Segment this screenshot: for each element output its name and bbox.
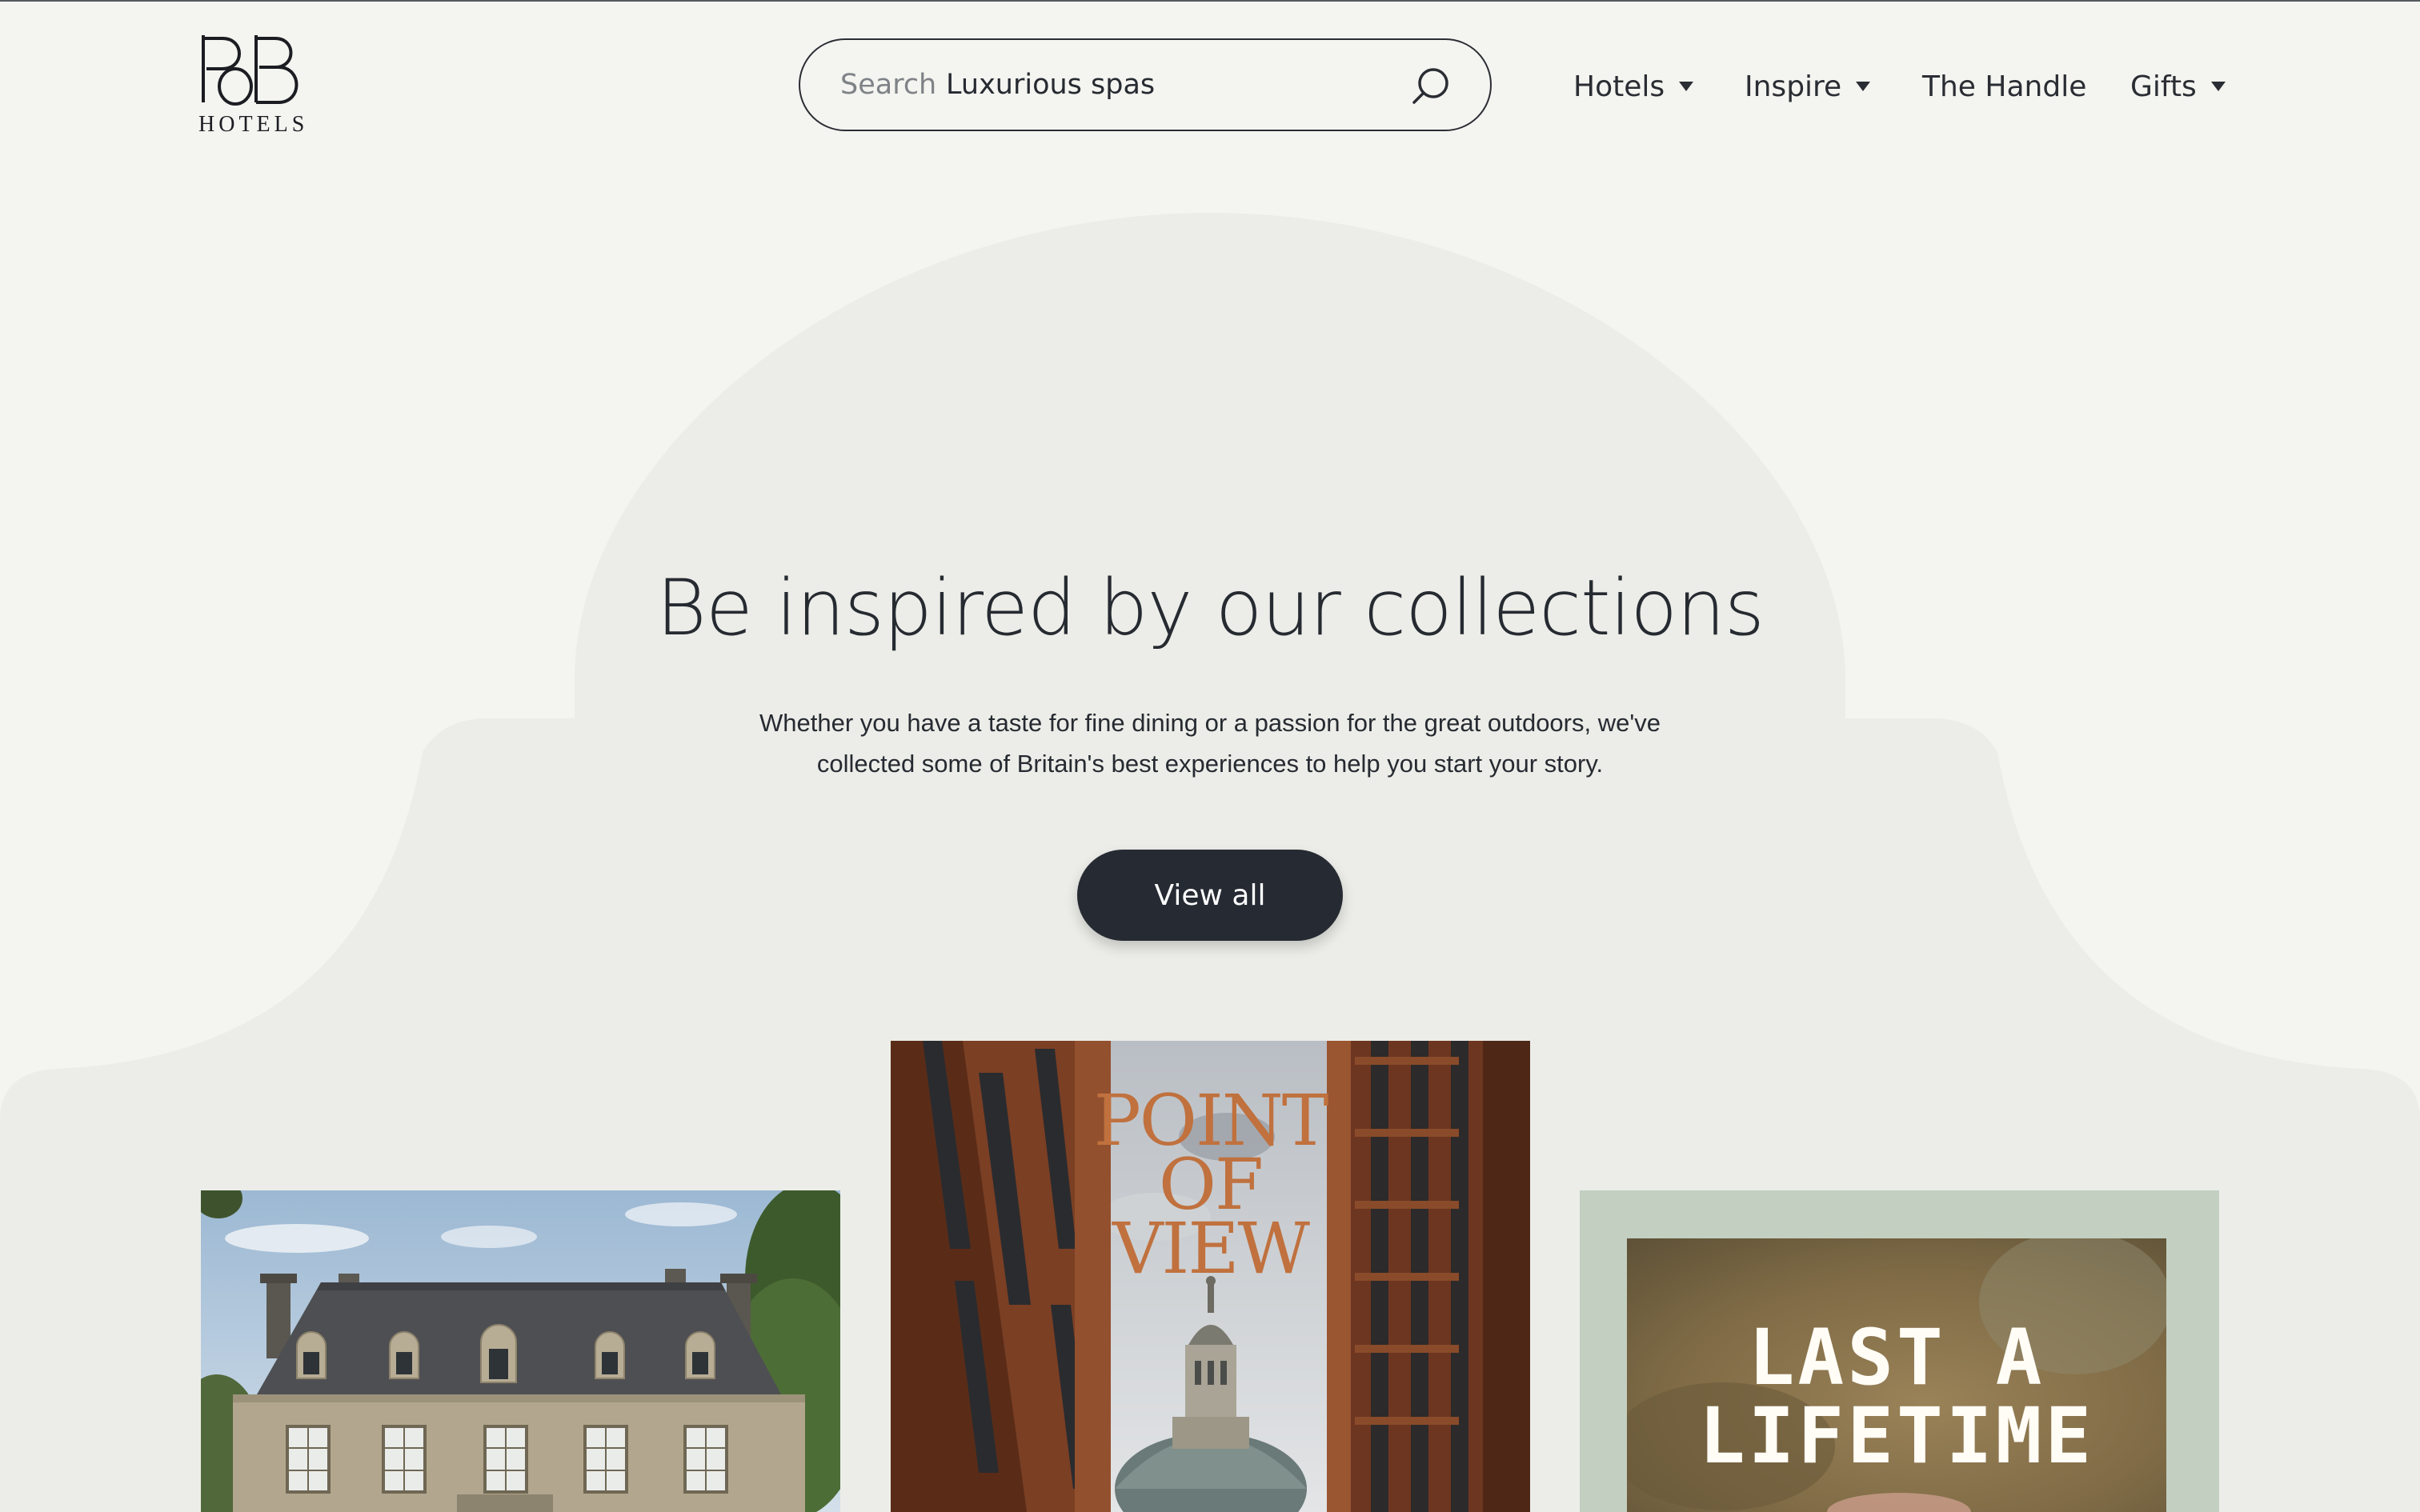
hero-description: Whether you have a taste for fine dining…	[759, 709, 1661, 778]
brand-logo[interactable]: HOTELS	[198, 32, 304, 141]
manor-house-image	[201, 1190, 840, 1512]
chevron-down-icon	[1679, 82, 1694, 91]
collection-card-point-of-view[interactable]: POINT OF VIEW	[891, 1041, 1530, 1512]
overlay-line: LAST A	[1748, 1313, 2045, 1402]
nav-item-label: Inspire	[1745, 70, 1842, 103]
view-all-button[interactable]: View all	[1077, 850, 1343, 941]
collection-card-manor[interactable]	[201, 1190, 840, 1512]
search-icon[interactable]	[1408, 64, 1453, 109]
search-bar[interactable]: Search	[799, 38, 1492, 131]
last-a-lifetime-cover: LAST A LIFETIME	[1627, 1238, 2166, 1512]
overlay-line: VIEW	[1112, 1207, 1310, 1290]
chevron-down-icon	[1856, 82, 1871, 91]
collection-card-last-a-lifetime[interactable]: LAST A LIFETIME	[1580, 1190, 2219, 1512]
last-a-lifetime-overlay-title: LAST A LIFETIME	[1627, 1318, 2166, 1475]
search-label: Search	[840, 69, 937, 101]
nav-item-gifts[interactable]: Gifts	[2130, 62, 2226, 110]
nav-item-label: Gifts	[2130, 70, 2197, 103]
nav-item-inspire[interactable]: Inspire	[1745, 62, 1871, 110]
nav-item-the-handle[interactable]: The Handle	[1922, 62, 2086, 110]
point-of-view-overlay-title: POINT OF VIEW	[891, 1086, 1530, 1290]
chevron-down-icon	[2210, 82, 2226, 91]
logo-wordmark: HOTELS	[198, 112, 309, 137]
overlay-line: LIFETIME	[1698, 1391, 2095, 1481]
search-input[interactable]	[946, 62, 1378, 107]
nav-item-label: Hotels	[1573, 70, 1665, 103]
nav-item-label: The Handle	[1922, 70, 2087, 103]
nav-item-hotels[interactable]: Hotels	[1573, 62, 1694, 110]
logo-monogram-icon	[202, 35, 298, 106]
hero-title: Be inspired by our collections	[656, 563, 1765, 653]
